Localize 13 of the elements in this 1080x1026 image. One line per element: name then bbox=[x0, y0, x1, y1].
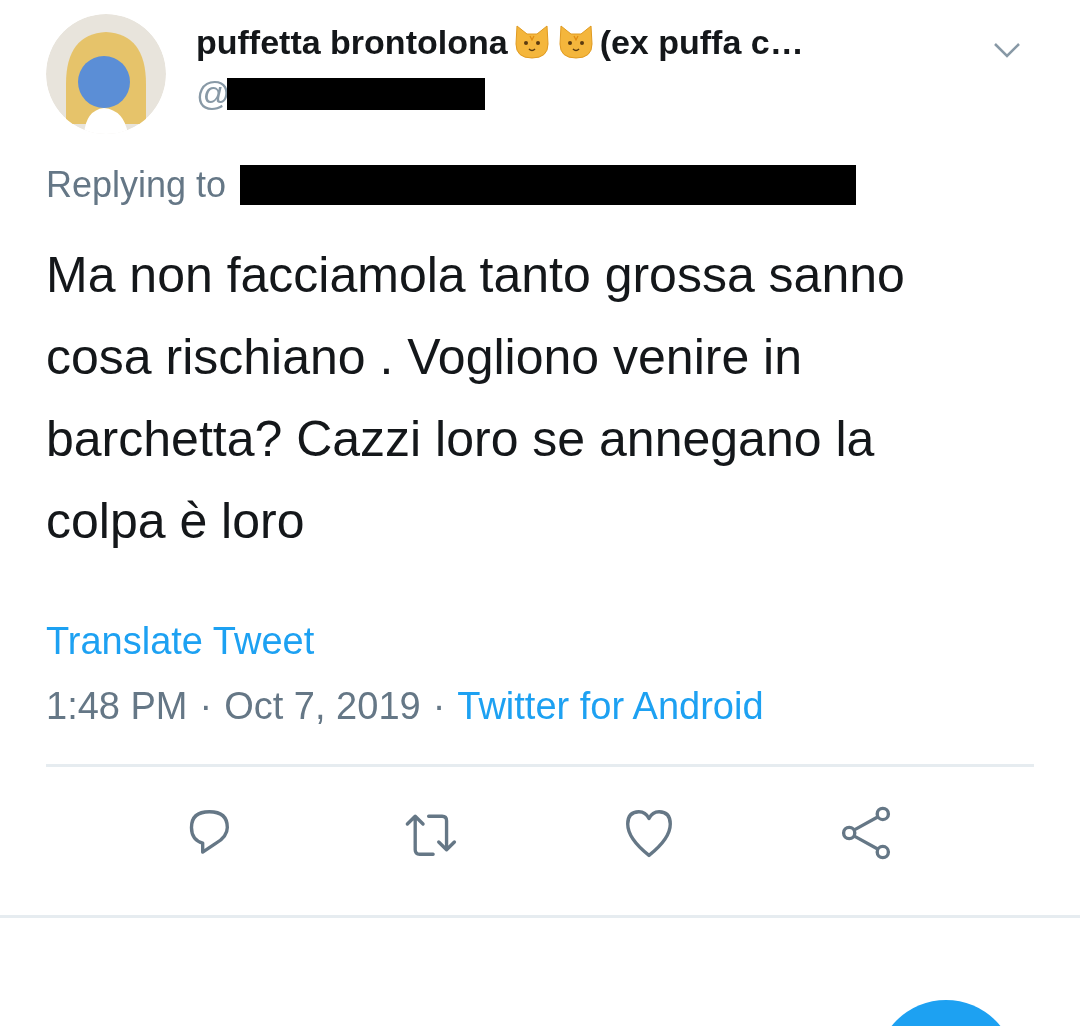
tweet-source-link[interactable]: Twitter for Android bbox=[457, 685, 764, 728]
chevron-down-icon[interactable] bbox=[992, 40, 1022, 60]
tweet-time: 1:48 PM bbox=[46, 685, 188, 728]
author-handle[interactable]: @ bbox=[196, 74, 231, 113]
avatar[interactable] bbox=[46, 14, 166, 134]
tweet-date: Oct 7, 2019 bbox=[224, 685, 421, 728]
tweet-text: Ma non facciamola tanto grossa sanno cosa rischiano . Vogliono venire in barchetta? Cazzi loro se annegano la colpa è loro bbox=[46, 246, 906, 551]
separator-dot: · bbox=[432, 685, 446, 728]
separator-dot: · bbox=[199, 685, 213, 728]
author-name[interactable]: puffetta brontolona bbox=[196, 22, 508, 62]
replying-to-label: Replying to bbox=[46, 164, 227, 206]
author-name-suffix[interactable]: (ex puffa c… bbox=[599, 22, 804, 62]
translate-link[interactable]: Translate Tweet bbox=[46, 620, 315, 663]
